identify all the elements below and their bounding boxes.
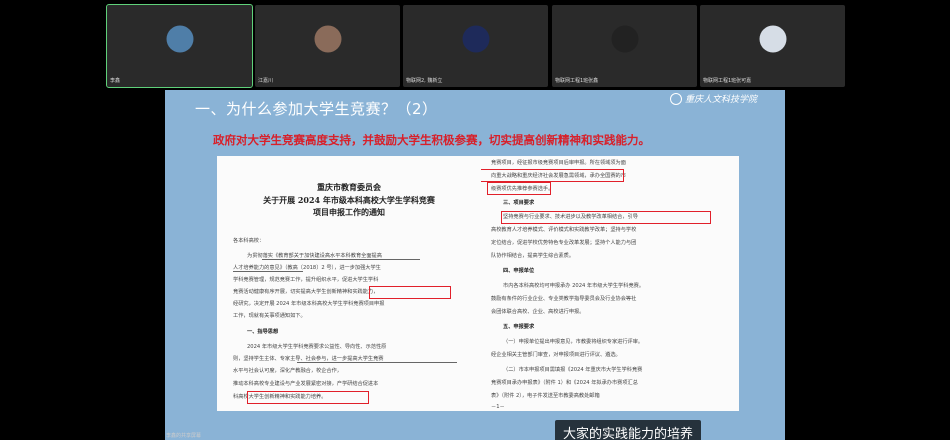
doc-line: 竞赛活动健康有序开展，切实提高大学生创新精神和实践能力， (233, 289, 379, 295)
shared-screen-slide: 一、为什么参加大学生竞赛？（2） 重庆人文科技学院 政府对大学生竞赛高度支持，并… (165, 90, 785, 440)
doc-line: 经研究，决定开展 2024 年市级本科高校大学生学科竞赛项目申报 (233, 301, 385, 307)
participant-name: 李鑫 (110, 78, 121, 84)
doc-title-line: 项目申报工作的通知 (313, 207, 385, 217)
underline (233, 271, 303, 272)
participant-avatar (314, 25, 341, 53)
highlight-box (481, 169, 624, 182)
university-logo: 重庆人文科技学院 (669, 92, 757, 105)
doc-title-issuer: 重庆市教育委员会 (317, 182, 381, 192)
logo-text: 重庆人文科技学院 (684, 95, 757, 105)
underline (297, 362, 457, 363)
doc-line: 经企业相关主管部门审查，对申报项目进行评议、遴选。 (491, 352, 621, 358)
doc-heading: 四、申报单位 (503, 268, 535, 274)
doc-line: （二）市本申报项目需填报《2024 年重庆市大学生学科竞赛 (503, 367, 643, 373)
doc-line: 竞赛项目承办申报表》（附件 1）和《2024 年拟承办市赛项汇总 (491, 380, 638, 386)
doc-line: （一）申报单位提出申报意见，市教委将组织专家进行评审。 (503, 339, 644, 345)
participant-avatar (759, 25, 786, 53)
doc-heading: 三、项目要求 (503, 200, 535, 206)
slide-subtitle: 政府对大学生竞赛高度支持，并鼓励大学生积极参赛，切实提高创新精神和实践能力。 (213, 133, 650, 147)
doc-line: 2024 年市级大学生学科竞赛要求公益性、导向性、示范性原 (247, 344, 387, 350)
participant-name: 江嘉川 (258, 78, 274, 84)
participant-avatar (462, 25, 489, 53)
screen-share-label: 李鑫的共享屏幕 (166, 433, 202, 439)
highlight-box (487, 182, 551, 195)
participant-tile[interactable]: 物联网工程1班张鑫 (552, 5, 697, 87)
participant-name: 物联网2, 魏新立 (406, 78, 443, 84)
doc-heading: 一、指导思想 (247, 329, 279, 335)
underline (262, 259, 420, 260)
participant-tile[interactable]: 物联网2, 魏新立 (403, 5, 548, 87)
doc-line: 各本科高校： (233, 238, 265, 244)
doc-line: 推动本科高校专业建设与产业发展紧密对接，产学研结合促进本 (233, 381, 379, 387)
participant-tile[interactable]: 李鑫 (106, 4, 253, 88)
document-page-left: 重庆市教育委员会 关于开展 2024 年市级本科高校大学生学科竞赛 项目申报工作… (217, 156, 481, 411)
highlight-box (247, 391, 369, 404)
highlight-box (369, 286, 451, 299)
doc-line: 表》（附件 2），电子件发送至市教委高教处邮箱 (491, 393, 600, 399)
doc-line: 市内各本科高校均可申报承办 2024 年市级大学生学科竞赛。 (503, 283, 645, 289)
slide-title: 一、为什么参加大学生竞赛？（2） (195, 100, 438, 118)
doc-line: 水平与社会认可度，深化产教融合，校企合作， (233, 368, 342, 374)
doc-line: 定位结合，促进学校优势特色专业改革发展；坚持个人能力与团 (491, 240, 637, 246)
doc-line: 鼓励有条件的行业企业、专业类教学指导委员会及行业协会等社 (491, 296, 637, 302)
document-page-right: 竞赛项目，经征报市级竞赛项目后审申报。所在领域须为面 向重大战略和重庆经济社会发… (481, 156, 739, 411)
participant-avatar (611, 25, 638, 53)
doc-line: 竞赛项目，经征报市级竞赛项目后审申报。所在领域须为面 (491, 160, 626, 166)
doc-heading: 五、申报要求 (503, 324, 535, 330)
seal-icon (669, 92, 682, 105)
doc-line: 会团体联合高校、企业、高校进行申报。 (491, 309, 585, 315)
live-subtitle: 大家的实践能力的培养 (555, 420, 702, 440)
doc-title-line: 关于开展 2024 年市级本科高校大学生学科竞赛 (263, 195, 435, 205)
doc-line: 学科竞赛管理，规范竞赛工作，提升组织水平，促进大学生学科 (233, 277, 379, 283)
doc-line: 工作，现就有关事项通知如下。 (233, 313, 306, 319)
doc-line: 队协作相结合，提高学生综合素质。 (491, 253, 575, 259)
participant-tile[interactable]: 物联网工程1班张可嘉 (700, 5, 845, 87)
doc-line: 高校教育人才培养模式、评价模式和实践教学改革；坚持与学校 (491, 227, 637, 233)
doc-page-number: －1－ (491, 404, 505, 410)
participant-avatar (166, 25, 193, 53)
participant-tile[interactable]: 江嘉川 (255, 5, 400, 87)
live-subtitle-text: 大家的实践能力的培养 (563, 427, 694, 440)
participant-name: 物联网工程1班张可嘉 (703, 78, 752, 84)
participant-name: 物联网工程1班张鑫 (555, 78, 599, 84)
highlight-box (501, 211, 711, 224)
